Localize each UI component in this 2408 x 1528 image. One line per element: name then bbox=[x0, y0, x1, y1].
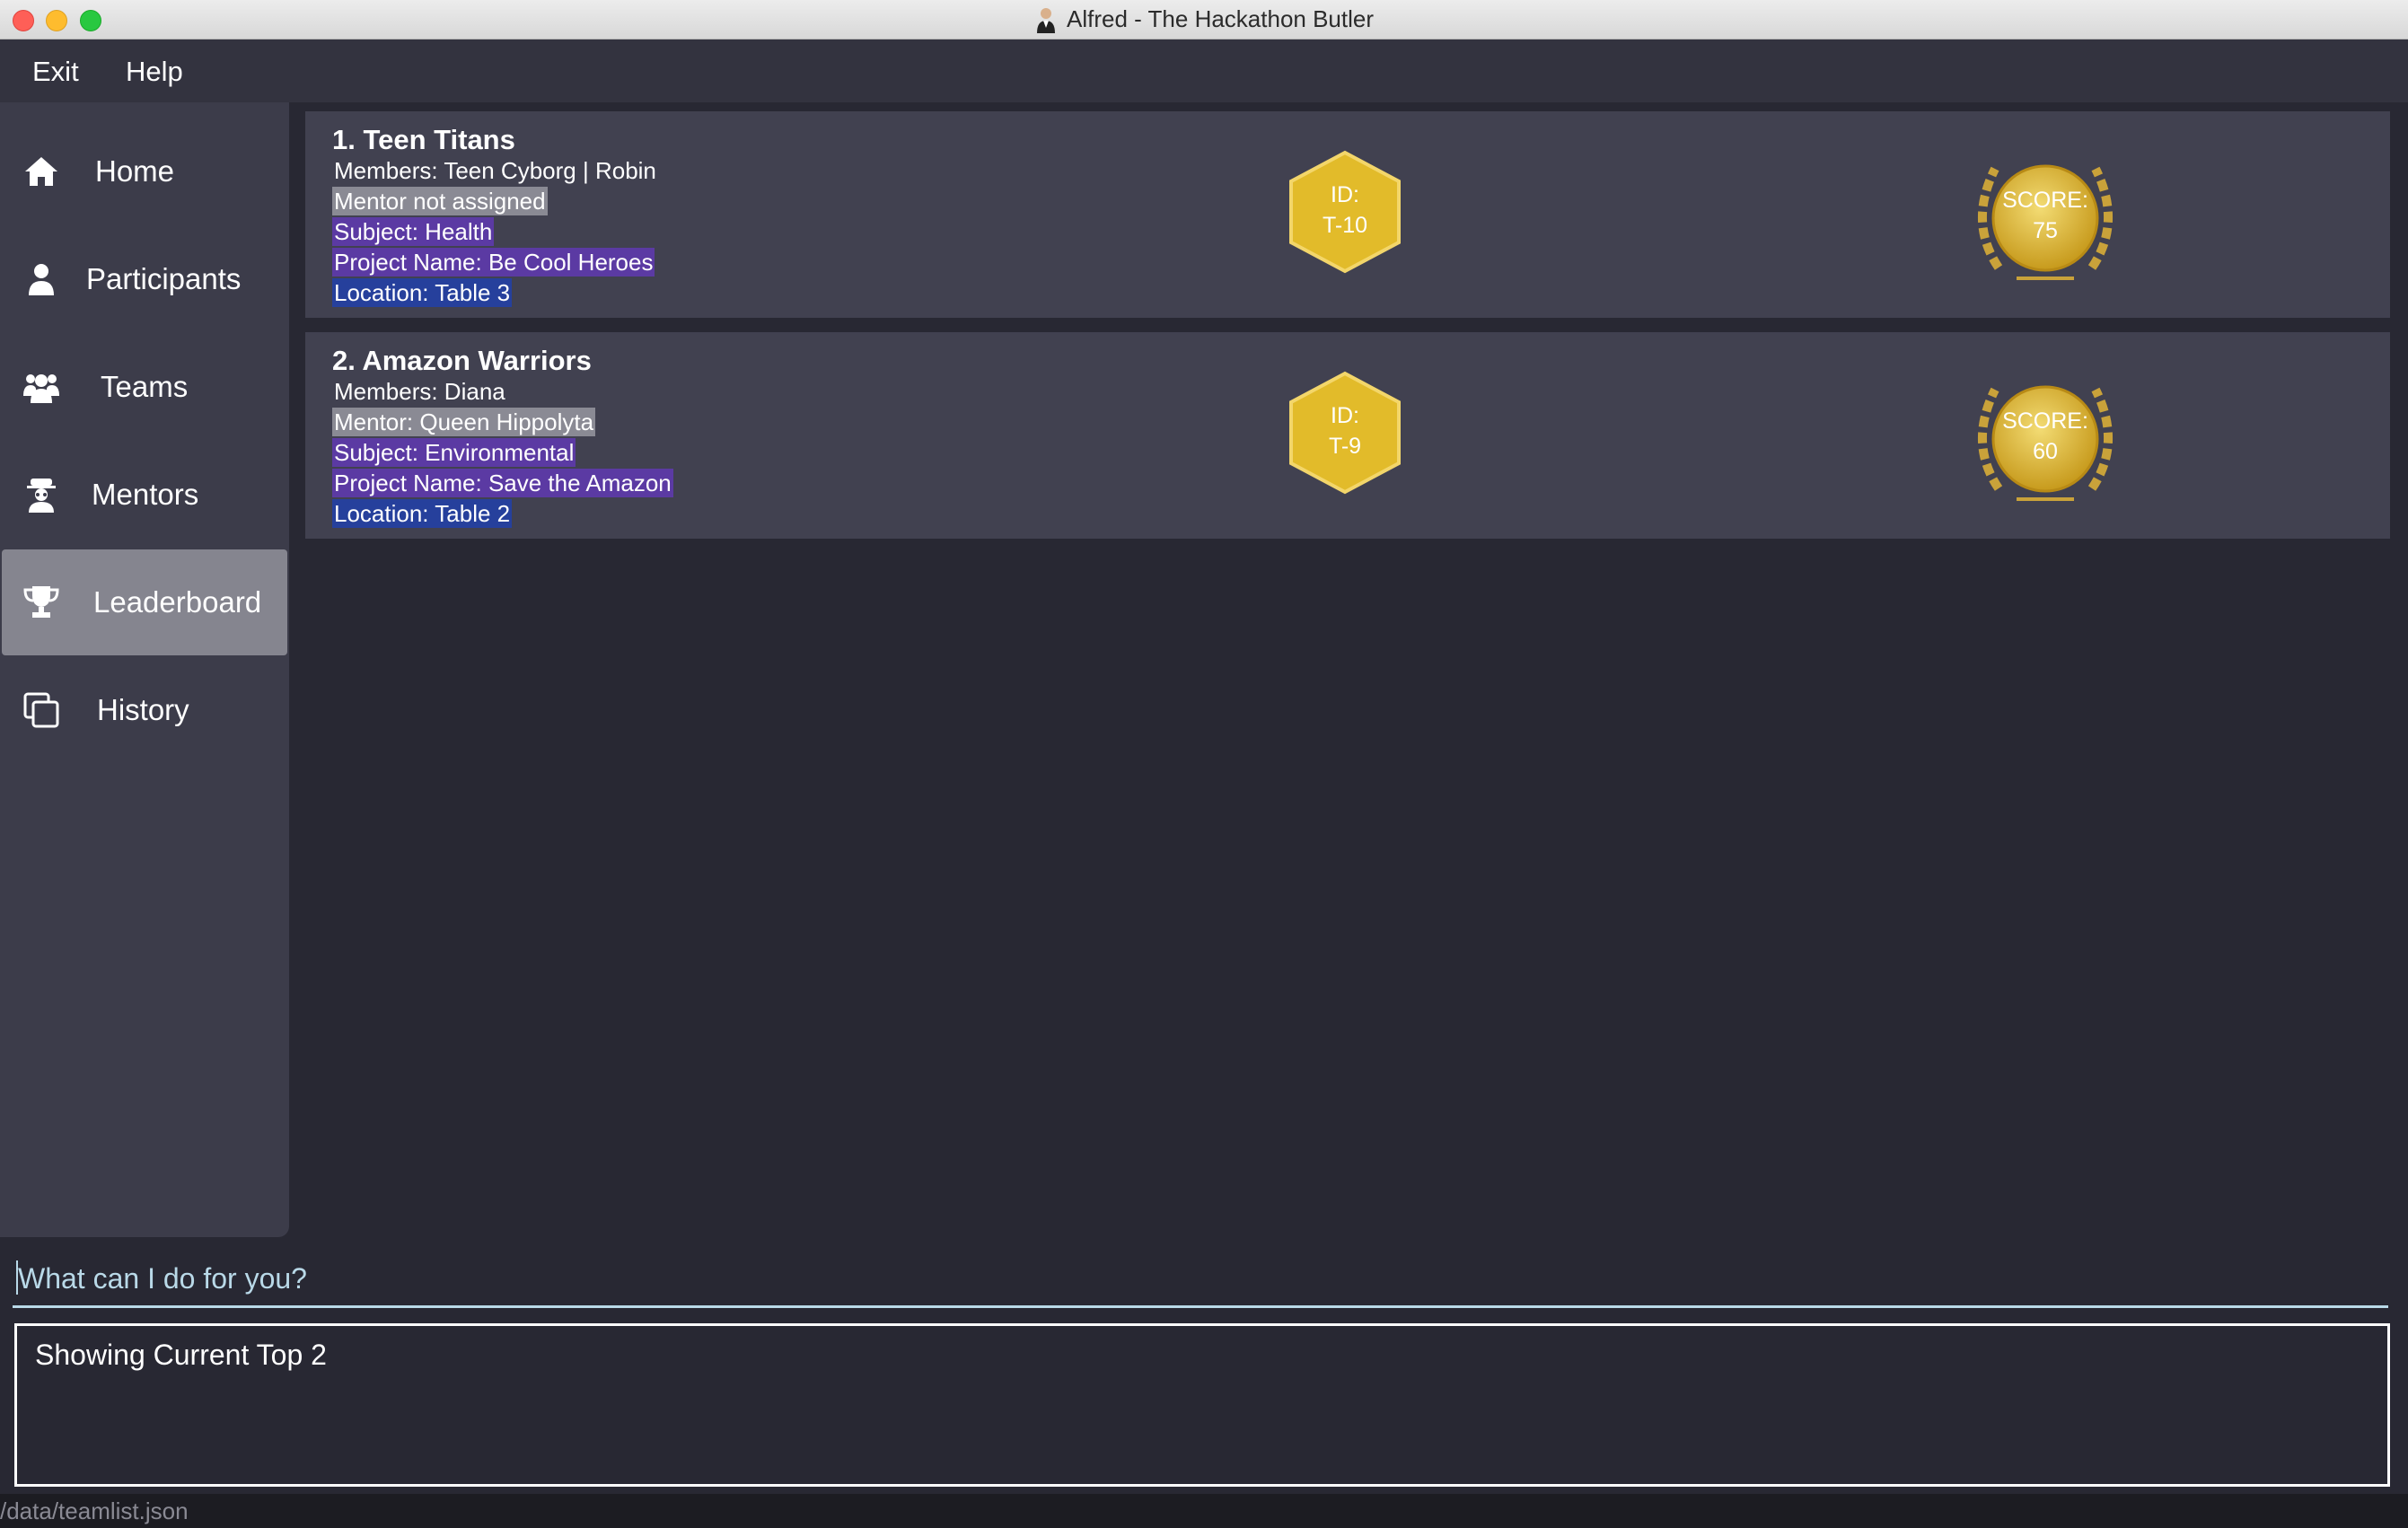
team-id-badge: ID: T-10 bbox=[1282, 149, 1408, 275]
sidebar-item-label: Participants bbox=[86, 262, 242, 295]
sidebar-item-label: Teams bbox=[101, 370, 189, 403]
team-project: Project Name: Save the Amazon bbox=[332, 469, 673, 497]
score-label: SCORE: bbox=[2002, 188, 2088, 213]
team-name: 2. Amazon Warriors bbox=[332, 345, 592, 376]
person-icon bbox=[29, 264, 54, 295]
menu-bar: Exit Help bbox=[0, 40, 2408, 102]
id-value: T-10 bbox=[1322, 213, 1368, 238]
team-card[interactable]: 2. Amazon Warriors Members: Diana Mentor… bbox=[305, 332, 2390, 539]
team-location: Location: Table 2 bbox=[332, 499, 513, 528]
command-input[interactable]: What can I do for you? bbox=[18, 1262, 307, 1295]
sidebar-item-label: Mentors bbox=[92, 478, 199, 511]
team-card[interactable]: 1. Teen Titans Members: Teen Cyborg | Ro… bbox=[305, 111, 2390, 318]
sidebar-item-home[interactable]: Home bbox=[2, 119, 287, 224]
mentor-icon bbox=[27, 479, 56, 513]
menu-help[interactable]: Help bbox=[126, 56, 183, 88]
window-title: Alfred - The Hackathon Butler bbox=[1066, 5, 1375, 32]
status-file-path: /data/teamlist.json bbox=[0, 1497, 189, 1524]
result-display: Showing Current Top 2 bbox=[14, 1323, 2390, 1487]
result-text: Showing Current Top 2 bbox=[35, 1339, 327, 1371]
status-bar: /data/teamlist.json bbox=[0, 1494, 2408, 1528]
score-value: 60 bbox=[2033, 439, 2058, 464]
team-name: 1. Teen Titans bbox=[332, 124, 515, 155]
sidebar-item-history[interactable]: History bbox=[2, 657, 287, 763]
team-subject: Subject: Environmental bbox=[332, 438, 576, 467]
butler-icon bbox=[1036, 7, 1055, 33]
team-location: Location: Table 3 bbox=[332, 278, 513, 307]
title-bar: Alfred - The Hackathon Butler bbox=[0, 0, 2408, 40]
trophy-icon bbox=[23, 586, 59, 618]
team-id-badge: ID: T-9 bbox=[1282, 370, 1408, 496]
home-icon bbox=[25, 157, 57, 186]
sidebar-item-participants[interactable]: Participants bbox=[2, 226, 287, 332]
id-value: T-9 bbox=[1328, 434, 1362, 459]
command-box[interactable]: What can I do for you? bbox=[13, 1255, 2388, 1308]
score-label: SCORE: bbox=[2002, 408, 2088, 434]
team-members: Members: Teen Cyborg | Robin bbox=[334, 157, 656, 184]
team-mentor: Mentor not assigned bbox=[332, 187, 548, 215]
sidebar-item-label: Home bbox=[95, 154, 175, 188]
team-members: Members: Diana bbox=[334, 378, 505, 405]
team-project: Project Name: Be Cool Heroes bbox=[332, 248, 655, 277]
sidebar-item-teams[interactable]: Teams bbox=[2, 334, 287, 440]
menu-exit[interactable]: Exit bbox=[32, 56, 79, 88]
score-medal: SCORE: 75 bbox=[1963, 142, 2128, 294]
score-value: 75 bbox=[2033, 218, 2058, 243]
id-label: ID: bbox=[1331, 403, 1359, 428]
team-mentor: Mentor: Queen Hippolyta bbox=[332, 408, 596, 436]
sidebar-item-label: Leaderboard bbox=[93, 585, 262, 619]
sidebar-item-mentors[interactable]: Mentors bbox=[2, 442, 287, 548]
score-medal: SCORE: 60 bbox=[1963, 363, 2128, 515]
sidebar-item-leaderboard[interactable]: Leaderboard bbox=[2, 549, 287, 655]
history-icon bbox=[23, 692, 59, 728]
team-subject: Subject: Health bbox=[332, 217, 495, 246]
sidebar-item-label: History bbox=[97, 693, 189, 726]
group-icon bbox=[23, 374, 59, 403]
id-label: ID: bbox=[1331, 182, 1359, 207]
